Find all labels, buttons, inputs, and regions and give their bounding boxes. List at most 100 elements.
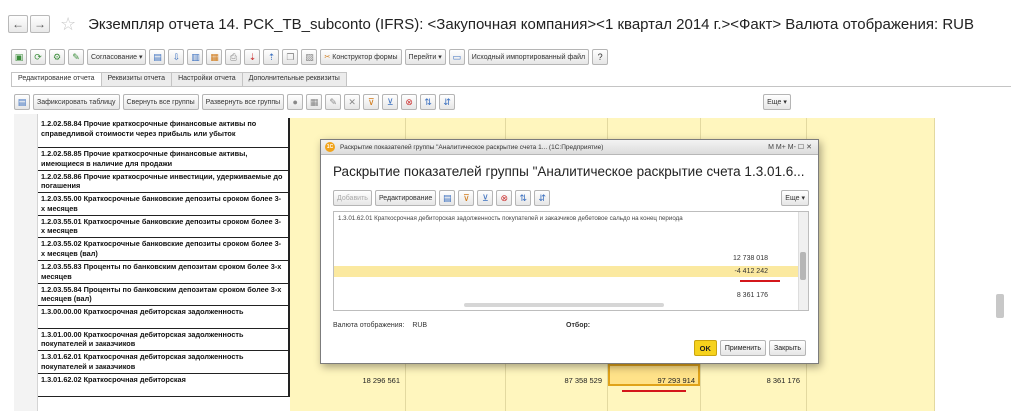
table-row[interactable]: 1.3.01.62.02 Краткосрочная дебиторская [38,374,288,397]
collapse-groups-button[interactable]: Свернуть все группы [122,94,199,110]
table-icon[interactable]: ▦ [306,94,323,110]
move-down-icon[interactable]: ⇣ [244,49,261,65]
annotation-underline [622,390,686,392]
table-cell[interactable]: 8 361 176 [737,292,768,299]
ok-button[interactable]: OK [693,340,717,356]
tab-report-settings[interactable]: Настройки отчета [171,72,243,86]
highlighted-row[interactable] [334,266,798,277]
dialog-vertical-scrollbar[interactable] [798,212,808,310]
vertical-scrollbar[interactable] [996,294,1004,318]
document-icon[interactable]: ▤ [149,49,166,65]
dialog-titlebar: 1С Раскрытие показателей группы "Аналити… [321,140,818,155]
chart-icon[interactable]: ▥ [187,49,204,65]
dialog-buttons: OK Применить Закрыть [693,340,806,356]
currency-value: RUB [412,322,428,329]
delete-icon[interactable]: ✕ [344,94,361,110]
edit-icon[interactable]: ✎ [68,49,84,65]
goto-button[interactable]: Перейти ▾ [404,49,446,65]
cell-value[interactable]: 8 361 176 [720,376,800,385]
file-icon[interactable]: ▭ [448,49,465,65]
back-icon[interactable]: ← [8,15,28,33]
cell-value[interactable]: 18 296 561 [330,376,400,385]
cell-value[interactable]: 87 358 529 [530,376,602,385]
table-cell[interactable]: 12 738 018 [733,255,768,262]
copy-icon[interactable]: ❐ [282,49,299,65]
report-toolbar: ▣ ⟳ ⚙ ✎ Согласование ▾ ▤ ⇩ ▥ ▦ ⎙ ⇣ ⇡ ❐ ▨… [11,48,609,66]
help-button[interactable]: ? [592,49,609,65]
export-icon[interactable]: ⇩ [168,49,185,65]
edit-mode-button[interactable]: Редактирование [374,190,437,206]
save-icon[interactable]: ▣ [11,49,27,65]
print-icon[interactable]: ⎙ [225,49,242,65]
report-tabs: Редактирование отчета Реквизиты отчета Н… [11,72,347,86]
table-row[interactable]: 1.2.02.58.85 Прочие краткосрочные финанс… [38,148,288,171]
circle-icon[interactable]: ● [287,94,304,110]
filter-search-icon[interactable]: ⊻ [477,190,494,206]
tools-icon: ✂ [324,54,331,61]
window-titlebar: ← → ☆ Экземпляр отчета 14. PCK_TB_subcon… [8,9,1016,39]
cell-value-selected[interactable]: 97 293 914 [615,376,695,385]
filter-search-icon[interactable]: ⊻ [382,94,399,110]
dialog-heading: Раскрытие показателей группы "Аналитичес… [333,164,805,179]
dialog-window-title: Раскрытие показателей группы "Аналитичес… [340,143,604,151]
table-header-row: 1.3.01.62.01 Краткосрочная дебиторская з… [338,215,683,222]
add-button[interactable]: Добавить [333,190,372,206]
filter-icon[interactable]: ⊽ [363,94,380,110]
apply-button[interactable]: Применить [719,340,767,356]
calendar-icon[interactable]: ▦ [206,49,223,65]
settings-icon[interactable]: ⚙ [49,49,65,65]
table-row[interactable]: 1.2.03.55.01 Краткосрочные банковские де… [38,216,288,239]
tab-divider [11,86,1011,87]
table-row[interactable]: 1.2.03.55.00 Краткосрочные банковские де… [38,193,288,216]
tab-report-props[interactable]: Реквизиты отчета [100,72,173,86]
group-disclosure-dialog: 1С Раскрытие показателей группы "Аналити… [320,139,819,364]
clear-filter-icon[interactable]: ⊗ [401,94,418,110]
source-file-button[interactable]: Исходный импортированный файл [467,49,590,65]
table-row[interactable]: 1.2.03.55.84 Проценты по банковским депо… [38,284,288,307]
grid-icon[interactable]: ▤ [439,190,456,206]
clear-filter-icon[interactable]: ⊗ [496,190,513,206]
image-icon[interactable]: ▨ [301,49,318,65]
expand-groups-button[interactable]: Развернуть все группы [201,94,285,110]
tab-edit-report[interactable]: Редактирование отчета [11,72,102,86]
table-row[interactable]: 1.3.01.00.00 Краткосрочная дебиторская з… [38,329,288,352]
forward-icon[interactable]: → [30,15,50,33]
sheet-toolbar: ▤ Зафиксировать таблицу Свернуть все гру… [14,93,791,111]
dialog-more-button[interactable]: Еще ▾ [781,190,809,206]
fix-table-button[interactable]: Зафиксировать таблицу [33,94,120,110]
favorite-star-icon[interactable]: ☆ [60,15,76,33]
table-row[interactable]: 1.2.02.58.86 Прочие краткосрочные инвест… [38,171,288,194]
page-title: Экземпляр отчета 14. PCK_TB_subconto (IF… [88,15,975,33]
more-button[interactable]: Еще ▾ [763,94,791,110]
close-button[interactable]: Закрыть [769,340,806,356]
table-row[interactable]: 1.2.03.55.83 Проценты по банковским депо… [38,261,288,284]
grid-icon[interactable]: ▤ [14,94,30,110]
pencil-icon[interactable]: ✎ [325,94,342,110]
row-header-strip [14,114,38,411]
refresh-icon[interactable]: ⟳ [30,49,46,65]
1c-logo-icon: 1С [325,142,335,152]
form-builder-button[interactable]: ✂ Конструктор формы [320,49,402,65]
form-builder-label: Конструктор формы [332,53,398,61]
dialog-toolbar: Добавить Редактирование ▤ ⊽ ⊻ ⊗ ⇅ ⇵ Еще … [333,190,809,206]
sort-asc-icon[interactable]: ⇅ [515,190,532,206]
tab-extra-props[interactable]: Дополнительные реквизиты [241,72,347,86]
table-row[interactable]: 1.2.03.55.02 Краткосрочные банковские де… [38,238,288,261]
sort-asc-icon[interactable]: ⇅ [420,94,437,110]
dialog-table[interactable]: 1.3.01.62.01 Краткосрочная дебиторская з… [333,211,809,311]
table-row[interactable]: 1.3.01.62.01 Краткосрочная дебиторская з… [38,351,288,374]
table-row[interactable]: 1.3.00.00.00 Краткосрочная дебиторская з… [38,306,288,329]
table-cell-highlighted[interactable]: -4 412 242 [735,268,768,275]
move-up-icon[interactable]: ⇡ [263,49,280,65]
dialog-window-controls[interactable]: M M+ M- ☐ ✕ [768,143,818,151]
table-row[interactable]: 1.2.02.58.84 Прочие краткосрочные финанс… [38,118,288,148]
sort-desc-icon[interactable]: ⇵ [534,190,551,206]
annotation-underline [740,280,780,282]
filter-label: Отбор: [566,322,591,329]
row-labels: 1.2.02.58.84 Прочие краткосрочные финанс… [38,118,290,397]
approval-button[interactable]: Согласование ▾ [87,49,147,65]
filter-icon[interactable]: ⊽ [458,190,475,206]
dialog-horizontal-scrollbar[interactable] [464,303,664,307]
currency-info: Валюта отображения: RUB [333,322,427,329]
sort-desc-icon[interactable]: ⇵ [439,94,456,110]
